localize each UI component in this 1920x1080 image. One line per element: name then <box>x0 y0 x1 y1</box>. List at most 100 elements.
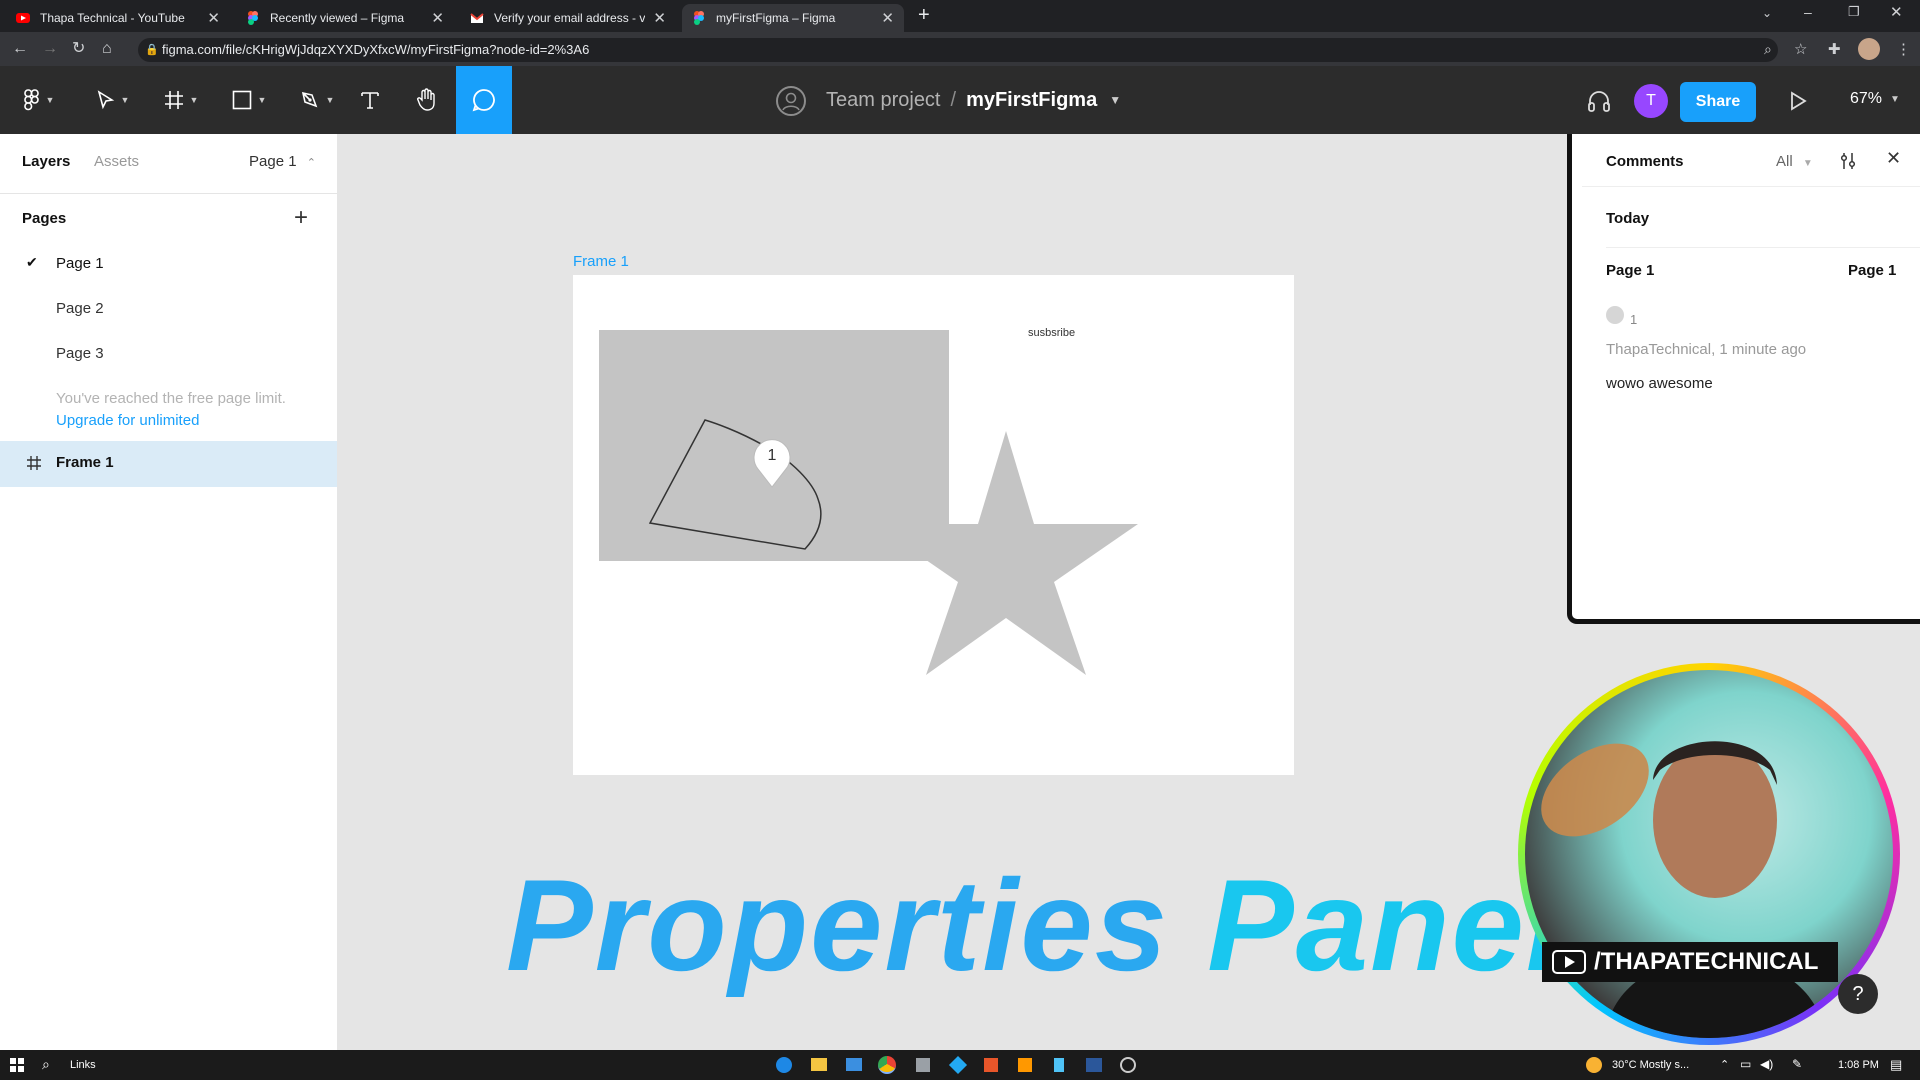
lock-icon: 🔒 <box>145 44 159 56</box>
chevron-down-icon: ▼ <box>325 95 335 105</box>
comment-pin[interactable]: 1 <box>750 435 794 489</box>
main-menu-button[interactable]: ▼ <box>14 66 64 134</box>
checkmark-icon: ✔ <box>26 254 38 270</box>
tab-label: Recently viewed – Figma <box>270 11 405 25</box>
frame-icon <box>164 90 184 110</box>
frame-tool[interactable]: ▼ <box>156 66 206 134</box>
forward-icon[interactable]: → <box>42 40 58 58</box>
chevron-down-icon[interactable]: ▼ <box>1109 93 1121 107</box>
pen-tool[interactable]: ▼ <box>292 66 342 134</box>
mail-icon[interactable] <box>846 1058 862 1071</box>
app-icon-2[interactable] <box>1018 1058 1032 1072</box>
page-limit-note: You've reached the free page limit. <box>56 390 286 407</box>
tab-gmail[interactable]: Verify your email address - vinod ✕ <box>460 4 676 32</box>
network-icon[interactable]: ▭ <box>1740 1057 1751 1071</box>
youtube-icon <box>16 11 30 25</box>
home-icon[interactable]: ⌂ <box>102 40 112 58</box>
tab-search-icon[interactable]: ⌄ <box>1762 6 1772 20</box>
app-icon[interactable] <box>916 1058 930 1072</box>
channel-handle: /THAPATECHNICAL <box>1594 948 1819 975</box>
back-icon[interactable]: ← <box>12 40 28 58</box>
edge-icon[interactable] <box>776 1057 792 1073</box>
page-item-3[interactable]: Page 3 <box>56 345 104 362</box>
text-layer-subscribe[interactable]: susbsribe <box>1028 327 1075 339</box>
tab-youtube[interactable]: Thapa Technical - YouTube ✕ <box>6 4 230 32</box>
close-tab-icon[interactable]: ✕ <box>881 9 894 27</box>
comments-section-today: Today <box>1606 210 1650 227</box>
page-selector[interactable]: Page 1 ⌃ <box>249 153 316 170</box>
zoom-icon[interactable]: ⌕ <box>1764 41 1772 58</box>
vscode-icon[interactable] <box>948 1055 968 1075</box>
settings-sliders-icon[interactable] <box>1838 151 1858 171</box>
shape-tool[interactable]: ▼ <box>224 66 274 134</box>
tab-assets[interactable]: Assets <box>94 153 139 170</box>
comments-filter[interactable]: All ▼ <box>1776 153 1813 170</box>
clock-app-icon[interactable] <box>1120 1057 1136 1073</box>
page-item-2[interactable]: Page 2 <box>56 300 104 317</box>
help-button[interactable]: ? <box>1838 974 1878 1014</box>
office-icon[interactable] <box>984 1058 998 1072</box>
comment-tool[interactable] <box>456 66 512 134</box>
comment-icon <box>472 88 496 112</box>
taskbar-clock[interactable]: 1:08 PM <box>1838 1059 1879 1071</box>
search-icon[interactable]: ⌕ <box>42 1056 50 1073</box>
reload-icon[interactable]: ↻ <box>72 40 85 58</box>
new-tab-button[interactable]: + <box>918 4 930 27</box>
project-breadcrumb[interactable]: Team project / myFirstFigma ▼ <box>826 86 1121 114</box>
comment-text[interactable]: wowo awesome <box>1606 375 1713 392</box>
comments-panel: Comments All ▼ ✕ Today Page 1 Page 1 1 T… <box>1567 134 1920 624</box>
tab-figma-recent[interactable]: Recently viewed – Figma ✕ <box>236 4 454 32</box>
notifications-icon[interactable]: ▤ <box>1890 1057 1902 1073</box>
frame-icon <box>26 455 42 471</box>
layer-row-frame[interactable]: Frame 1 <box>0 441 337 487</box>
add-page-icon[interactable]: + <box>294 204 308 232</box>
chrome-icon[interactable] <box>878 1056 896 1074</box>
weather-text[interactable]: 30°C Mostly s... <box>1612 1059 1689 1071</box>
tab-figma-active[interactable]: myFirstFigma – Figma ✕ <box>682 4 904 32</box>
filter-label: All <box>1776 153 1793 170</box>
profile-avatar[interactable] <box>1858 38 1880 60</box>
minimize-icon[interactable]: – <box>1804 4 1812 20</box>
title-word-2: Panel <box>1207 852 1564 998</box>
text-tool[interactable] <box>352 66 388 134</box>
team-avatar-icon <box>776 86 806 116</box>
frame-label[interactable]: Frame 1 <box>573 253 629 270</box>
close-tab-icon[interactable]: ✕ <box>431 9 444 27</box>
team-project-label[interactable]: Team project <box>826 89 941 112</box>
page-item-1[interactable]: Page 1 <box>56 255 104 272</box>
commenter-avatar <box>1606 306 1624 324</box>
divider <box>1582 186 1920 187</box>
chevron-up-icon[interactable]: ⌃ <box>1720 1058 1729 1071</box>
share-button[interactable]: Share <box>1680 82 1756 122</box>
upgrade-link[interactable]: Upgrade for unlimited <box>56 412 199 429</box>
zoom-menu[interactable]: 67% ▼ <box>1850 90 1900 108</box>
present-play-icon[interactable] <box>1788 90 1808 112</box>
file-name[interactable]: myFirstFigma <box>966 89 1097 112</box>
hand-tool[interactable] <box>408 66 446 134</box>
pen-ink-icon[interactable]: ✎ <box>1792 1057 1802 1071</box>
close-icon[interactable]: ✕ <box>1886 148 1901 169</box>
close-tab-icon[interactable]: ✕ <box>207 9 220 27</box>
bookmark-star-icon[interactable]: ☆ <box>1794 40 1807 58</box>
browser-tab-bar: Thapa Technical - YouTube ✕ Recently vie… <box>0 0 1920 32</box>
windows-start-icon[interactable] <box>10 1058 24 1072</box>
taskbar-search-label[interactable]: Links <box>70 1059 96 1071</box>
move-tool[interactable]: ▼ <box>88 66 138 134</box>
close-window-icon[interactable]: ✕ <box>1890 3 1903 21</box>
comment-author-time: ThapaTechnical, 1 minute ago <box>1606 341 1807 358</box>
file-explorer-icon[interactable] <box>811 1058 827 1071</box>
audio-headphones-icon[interactable] <box>1586 88 1612 114</box>
figma-icon <box>246 11 260 25</box>
app-icon-3[interactable] <box>1054 1058 1064 1072</box>
menu-dots-icon[interactable]: ⋮ <box>1896 40 1911 58</box>
volume-icon[interactable]: ◀) <box>1760 1057 1773 1071</box>
extensions-icon[interactable]: ✚ <box>1828 40 1841 58</box>
close-tab-icon[interactable]: ✕ <box>653 9 666 27</box>
user-avatar[interactable]: T <box>1634 84 1668 118</box>
url-text[interactable]: figma.com/file/cKHrigWjJdqzXYXDyXfxcW/my… <box>162 42 589 57</box>
restore-icon[interactable]: ❐ <box>1848 4 1860 20</box>
word-icon[interactable] <box>1086 1058 1102 1072</box>
pages-heading: Pages <box>22 210 67 227</box>
tab-layers[interactable]: Layers <box>22 153 70 170</box>
layers-panel: Layers Assets Page 1 ⌃ Pages + ✔ Page 1 … <box>0 134 338 1050</box>
